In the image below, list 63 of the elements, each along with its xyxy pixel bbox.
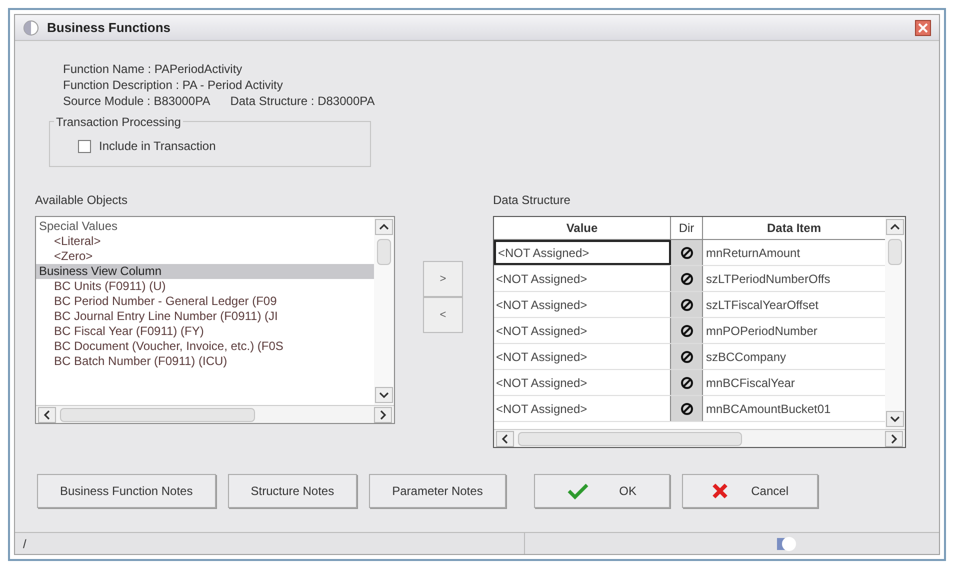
- ok-button[interactable]: OK: [534, 474, 670, 508]
- function-description: Function Description : PA - Period Activity: [63, 77, 284, 93]
- direction-icon: [680, 402, 694, 416]
- scroll-right-button[interactable]: [885, 430, 903, 446]
- list-item[interactable]: <Zero>: [36, 249, 374, 264]
- close-icon: [918, 22, 928, 32]
- scroll-up-button[interactable]: [375, 219, 393, 235]
- value-cell[interactable]: <NOT Assigned>: [494, 240, 671, 265]
- activity-icon: [775, 534, 799, 552]
- close-button[interactable]: [915, 20, 931, 36]
- data-item-cell-text: szLTFiscalYearOffset: [705, 296, 820, 314]
- list-item[interactable]: BC Units (F0911) (U): [36, 279, 374, 294]
- scrollbar-thumb[interactable]: [888, 239, 902, 265]
- direction-icon: [680, 376, 694, 390]
- scrollbar-thumb[interactable]: [518, 432, 742, 446]
- list-item[interactable]: BC Batch Number (F0911) (ICU): [36, 354, 374, 369]
- direction-icon: [680, 272, 694, 286]
- data-item-cell-text: mnBCFiscalYear: [705, 374, 796, 392]
- data-item-cell-text: mnReturnAmount: [705, 244, 802, 262]
- app-icon: [23, 20, 39, 36]
- list-group[interactable]: Business View Column: [36, 264, 374, 279]
- cross-icon: [711, 482, 730, 500]
- scroll-right-button[interactable]: [374, 406, 392, 422]
- list-item[interactable]: BC Journal Entry Line Number (F0911) (JI: [36, 309, 374, 324]
- scroll-left-button[interactable]: [38, 406, 56, 422]
- list-group[interactable]: Special Values: [36, 219, 374, 234]
- data-structure-name: Data Structure : D83000PA: [230, 93, 375, 109]
- data-item-cell-text: mnBCAmountBucket01: [705, 400, 832, 418]
- checkbox[interactable]: [78, 140, 91, 152]
- function-name: Function Name : PAPeriodActivity: [63, 61, 244, 77]
- direction-icon: [680, 324, 694, 338]
- scroll-down-button[interactable]: [886, 411, 904, 427]
- checkmark-icon: [567, 482, 590, 500]
- list-item[interactable]: BC Fiscal Year (F0911) (FY): [36, 324, 374, 339]
- list-item[interactable]: BC Period Number - General Ledger (F09: [36, 294, 374, 309]
- notes-button[interactable]: Structure Notes: [228, 474, 358, 508]
- remove-button[interactable]: <: [423, 297, 463, 333]
- add-button[interactable]: >: [423, 261, 463, 297]
- column-header[interactable]: Value: [494, 217, 671, 239]
- source-module: Source Module : B83000PA: [63, 93, 210, 109]
- scrollbar-thumb[interactable]: [60, 408, 255, 422]
- checkbox-label: Include in Transaction: [99, 138, 216, 155]
- notes-button[interactable]: Parameter Notes: [369, 474, 506, 508]
- status-text: /: [23, 536, 26, 552]
- notes-button[interactable]: Business Function Notes: [37, 474, 216, 508]
- data-item-cell-text: szLTPeriodNumberOffs: [705, 270, 832, 288]
- list-item[interactable]: <Literal>: [36, 234, 374, 249]
- column-header[interactable]: Data Item: [703, 217, 885, 239]
- column-header[interactable]: Dir: [671, 217, 703, 239]
- scroll-up-button[interactable]: [886, 219, 904, 235]
- data-item-cell-text: mnPOPeriodNumber: [705, 322, 818, 340]
- data-structure-label: Data Structure: [493, 192, 572, 209]
- data-item-cell-text: szBCCompany: [705, 348, 788, 366]
- cancel-button[interactable]: Cancel: [682, 474, 818, 508]
- window-title: Business Functions: [47, 18, 171, 37]
- list-item[interactable]: BC Document (Voucher, Invoice, etc.) (F0S: [36, 339, 374, 354]
- direction-icon: [680, 246, 694, 260]
- direction-icon: [680, 350, 694, 364]
- scroll-down-button[interactable]: [375, 387, 393, 403]
- direction-icon: [680, 298, 694, 312]
- available-objects-label: Available Objects: [35, 192, 128, 209]
- scroll-left-button[interactable]: [496, 430, 514, 446]
- scrollbar-thumb[interactable]: [377, 239, 391, 265]
